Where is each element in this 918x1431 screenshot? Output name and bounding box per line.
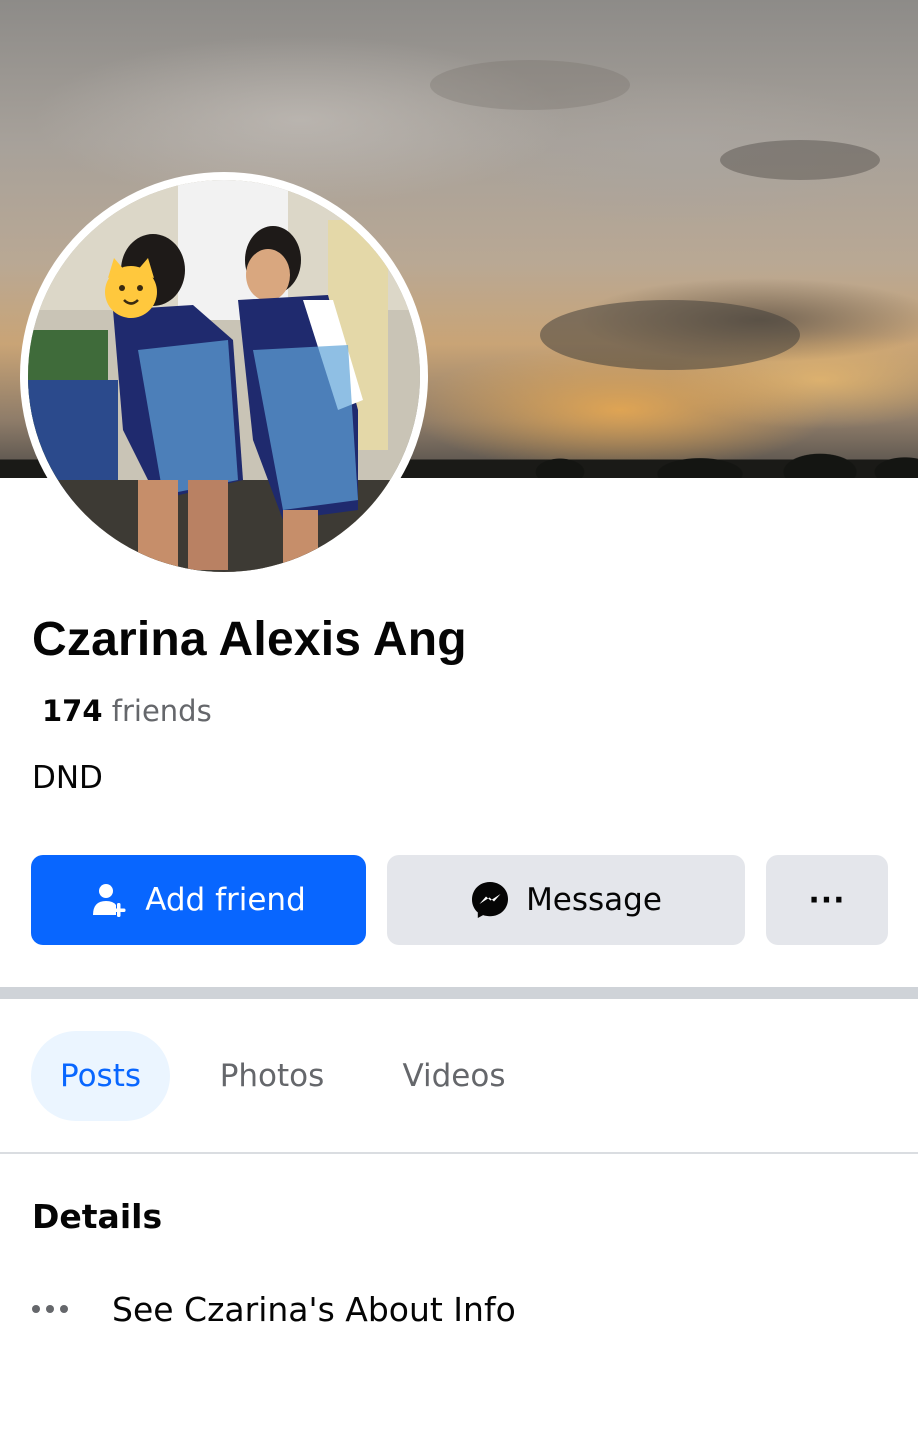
more-options-button[interactable]: ··· bbox=[766, 855, 888, 945]
add-friend-label: Add friend bbox=[145, 882, 306, 918]
details-heading: Details bbox=[32, 1197, 163, 1236]
message-label: Message bbox=[526, 882, 662, 918]
profile-picture[interactable] bbox=[28, 180, 420, 572]
add-friend-button[interactable]: Add friend bbox=[31, 855, 366, 945]
friends-count[interactable]: 174 friends bbox=[42, 694, 212, 728]
message-button[interactable]: Message bbox=[387, 855, 745, 945]
about-info-label: See Czarina's About Info bbox=[112, 1289, 516, 1329]
profile-bio: DND bbox=[32, 760, 103, 796]
tabs-divider bbox=[0, 1152, 918, 1154]
tab-photos[interactable]: Photos bbox=[205, 1031, 339, 1121]
about-info-link[interactable]: See Czarina's About Info bbox=[32, 1282, 516, 1336]
friends-number: 174 bbox=[42, 694, 103, 728]
more-horizontal-icon: ··· bbox=[808, 882, 846, 918]
profile-name: Czarina Alexis Ang bbox=[32, 613, 467, 666]
section-divider bbox=[0, 987, 918, 999]
tab-posts[interactable]: Posts bbox=[31, 1031, 170, 1121]
person-add-icon bbox=[91, 881, 129, 919]
profile-photo-illustration bbox=[28, 180, 420, 572]
friends-label: friends bbox=[111, 694, 212, 728]
more-horizontal-icon bbox=[32, 1305, 80, 1313]
tab-videos[interactable]: Videos bbox=[388, 1031, 520, 1121]
messenger-icon bbox=[470, 880, 510, 920]
